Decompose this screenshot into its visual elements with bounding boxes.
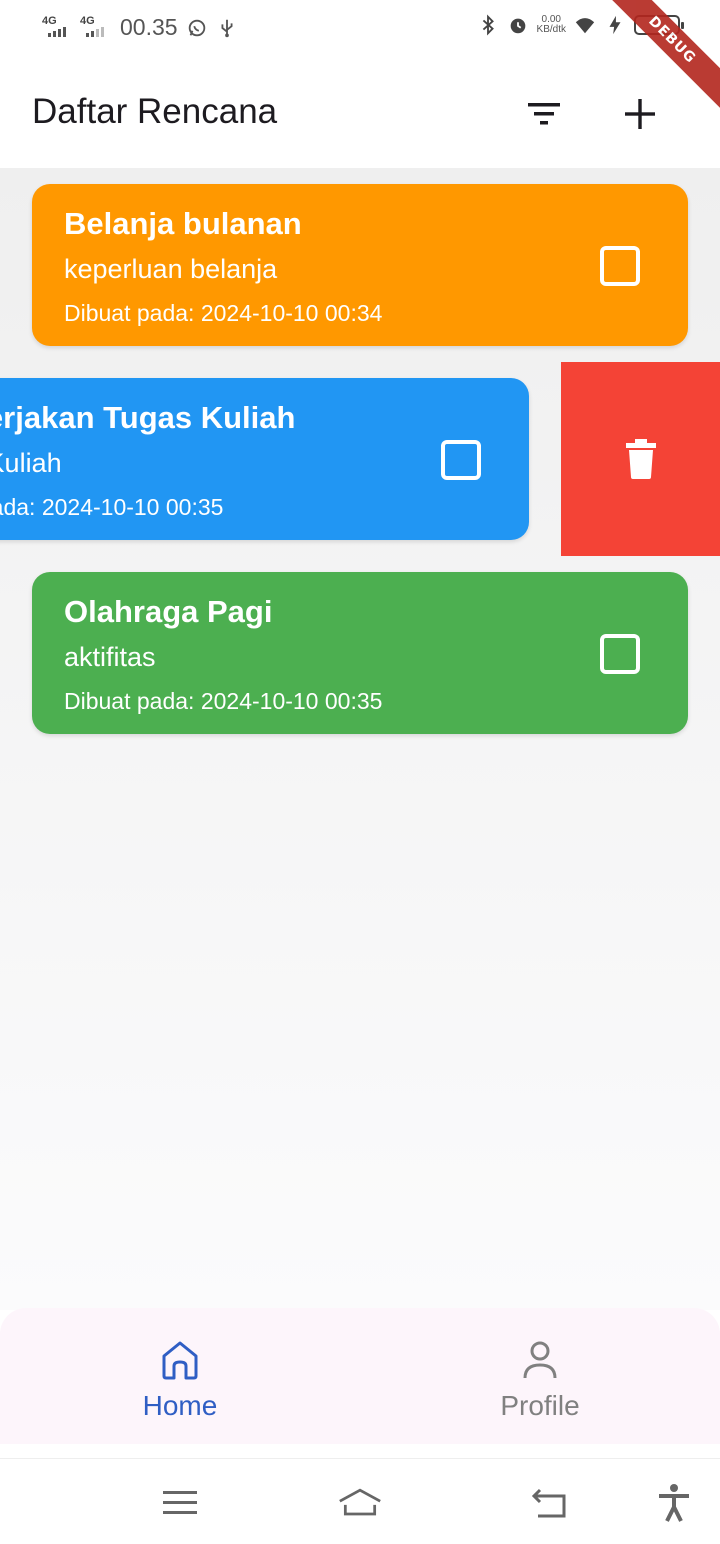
nav-item-profile[interactable]: Profile: [360, 1308, 720, 1444]
wifi-icon: [575, 18, 595, 34]
alarm-icon: [510, 18, 525, 34]
signal-2-icon: 4G: [80, 15, 110, 41]
bottom-navigation: Home Profile: [0, 1308, 720, 1444]
nav-item-home[interactable]: Home: [0, 1308, 360, 1444]
plan-card[interactable]: Mengerjakan Tugas Kuliah Tugas Kuliah Di…: [0, 378, 529, 540]
app-bar: Daftar Rencana: [0, 60, 720, 168]
accessibility-button[interactable]: [652, 1481, 696, 1525]
system-navigation-bar: [0, 1458, 720, 1544]
nav-label-profile: Profile: [500, 1390, 580, 1421]
system-back-button[interactable]: [528, 1481, 572, 1525]
status-bar: 4G 4G 00.35 0.00 KB/dtk: [0, 0, 720, 60]
plan-description: Tugas Kuliah: [0, 448, 62, 478]
plan-title: Mengerjakan Tugas Kuliah: [0, 400, 296, 435]
plan-created-date: Dibuat pada: 2024-10-10 00:35: [64, 688, 383, 714]
network-type-2: 4G: [80, 14, 95, 27]
plan-title: Belanja bulanan: [64, 206, 302, 241]
add-icon: [625, 99, 655, 129]
home-icon: [339, 1488, 381, 1516]
bluetooth-icon: [482, 14, 494, 36]
person-icon: [523, 1341, 557, 1379]
usb-icon: [221, 19, 233, 37]
plan-checkbox[interactable]: [600, 246, 640, 286]
plan-card[interactable]: Olahraga Pagi aktifitas Dibuat pada: 202…: [32, 572, 688, 734]
clock: 00.35: [120, 14, 178, 40]
recent-apps-button[interactable]: [158, 1481, 202, 1525]
trash-icon: [625, 439, 656, 479]
menu-icon: [163, 1491, 197, 1514]
plan-created-date: Dibuat pada: 2024-10-10 00:34: [64, 300, 383, 326]
plan-card[interactable]: Belanja bulanan keperluan belanja Dibuat…: [32, 184, 688, 346]
filter-icon: [528, 103, 560, 125]
add-plan-button[interactable]: [616, 90, 664, 138]
charging-icon: [609, 15, 621, 35]
accessibility-icon: [659, 1484, 689, 1522]
plan-list[interactable]: Belanja bulanan keperluan belanja Dibuat…: [0, 168, 720, 1310]
filter-button[interactable]: [520, 90, 568, 138]
plan-checkbox[interactable]: [441, 440, 481, 480]
nav-label-home: Home: [142, 1390, 218, 1421]
plan-checkbox[interactable]: [600, 634, 640, 674]
signal-1-icon: 4G: [42, 15, 72, 41]
plan-title: Olahraga Pagi: [64, 594, 273, 629]
plan-description: aktifitas: [64, 642, 156, 672]
page-title: Daftar Rencana: [32, 92, 278, 131]
back-icon: [531, 1488, 566, 1518]
whatsapp-icon: [188, 19, 205, 36]
delete-swipe-background[interactable]: [561, 362, 720, 556]
home-icon: [162, 1341, 198, 1380]
network-type-1: 4G: [42, 14, 57, 27]
network-speed: 0.00 KB/dtk: [536, 14, 566, 35]
system-home-button[interactable]: [338, 1481, 382, 1525]
plan-created-date: Dibuat pada: 2024-10-10 00:35: [0, 494, 224, 520]
plan-description: keperluan belanja: [64, 254, 278, 284]
